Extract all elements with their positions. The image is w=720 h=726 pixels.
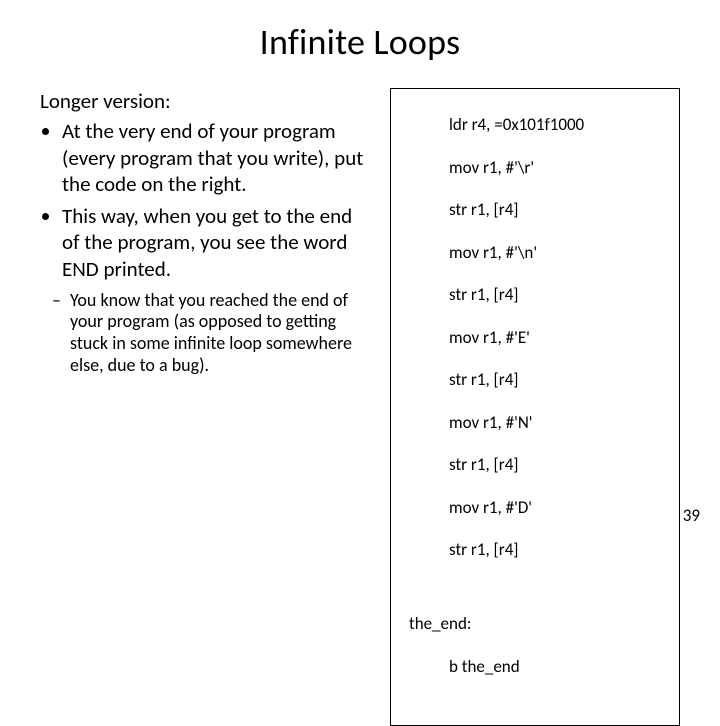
code-line: b the_end [449, 656, 673, 677]
slide-title: Infinite Loops [40, 20, 680, 64]
code-line: mov r1, #'\r' [449, 157, 673, 178]
code-line: str r1, [r4] [449, 369, 673, 390]
code-line: ldr r4, =0x101f1000 [449, 114, 673, 135]
bullet-item: At the very end of your program (every p… [62, 118, 370, 197]
code-spacer [397, 582, 673, 592]
code-line: mov r1, #'N' [449, 412, 673, 433]
code-line: mov r1, #'D' [449, 497, 673, 518]
code-line: str r1, [r4] [449, 284, 673, 305]
code-line: str r1, [r4] [449, 454, 673, 475]
code-label: the_end: [409, 613, 673, 634]
bullet-item: This way, when you get to the end of the… [62, 203, 370, 282]
slide-body: Longer version: At the very end of your … [40, 88, 680, 726]
bullet-list: At the very end of your program (every p… [40, 118, 370, 282]
left-column: Longer version: At the very end of your … [40, 88, 370, 726]
code-line: mov r1, #'\n' [449, 242, 673, 263]
code-line: str r1, [r4] [449, 539, 673, 560]
page-number: 39 [683, 505, 700, 526]
sub-bullet-item: You know that you reached the end of you… [70, 290, 370, 376]
code-box: ldr r4, =0x101f1000 mov r1, #'\r' str r1… [390, 88, 680, 726]
intro-line: Longer version: [40, 88, 370, 114]
code-line: str r1, [r4] [449, 199, 673, 220]
slide: Infinite Loops Longer version: At the ve… [0, 0, 720, 540]
code-line: mov r1, #'E' [449, 327, 673, 348]
sub-bullet-list: You know that you reached the end of you… [40, 290, 370, 376]
right-column: ldr r4, =0x101f1000 mov r1, #'\r' str r1… [390, 88, 680, 726]
